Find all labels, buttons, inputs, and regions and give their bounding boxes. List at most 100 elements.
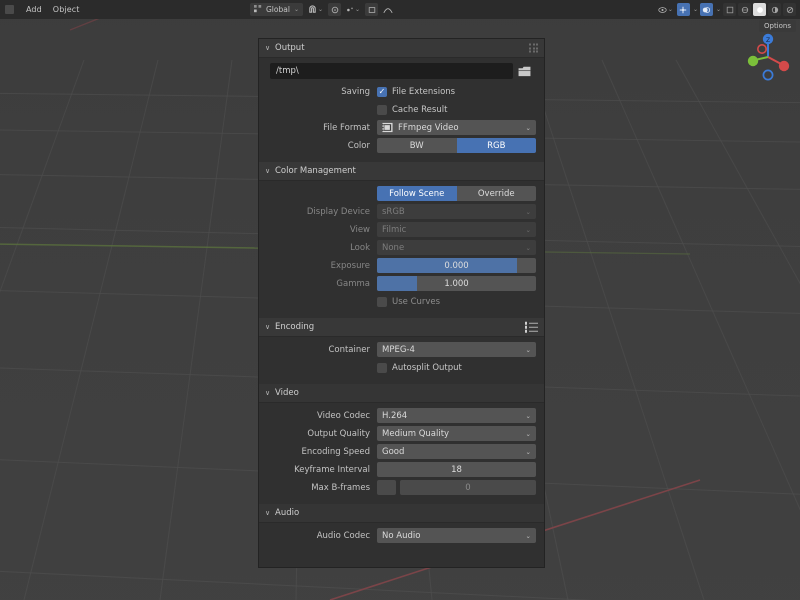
label-saving: Saving <box>267 87 377 97</box>
label-file-format: File Format <box>267 123 377 133</box>
gizmo-axis-neg-z[interactable] <box>763 70 772 79</box>
falloff-curve-icon <box>383 5 393 14</box>
shading-wireframe-button[interactable] <box>738 3 751 16</box>
cache-result-checkbox[interactable] <box>377 105 387 115</box>
chevron-down-icon: ⌄ <box>526 208 531 216</box>
row-saving: Saving ✓ File Extensions <box>267 84 536 99</box>
shading-material-button[interactable] <box>768 3 781 16</box>
output-properties-panel[interactable]: ∨ Output /tmp\ Saving ✓ <box>258 38 545 568</box>
row-video-codec: Video Codec H.264 ⌄ <box>267 408 536 423</box>
use-curves-checkbox[interactable] <box>377 297 387 307</box>
xray-toggle-button[interactable] <box>723 3 736 16</box>
transform-orientation-dropdown[interactable]: Global ⌄ <box>250 3 303 16</box>
gamma-slider[interactable]: 1.000 <box>377 276 536 291</box>
section-header-encoding[interactable]: ∨ Encoding <box>259 318 544 337</box>
cm-toggle-override[interactable]: Override <box>457 186 537 201</box>
section-header-audio[interactable]: ∨ Audio <box>259 504 544 523</box>
section-header-output[interactable]: ∨ Output <box>259 39 544 58</box>
transform-orientation-value: Global <box>266 5 290 14</box>
section-header-video[interactable]: ∨ Video <box>259 384 544 403</box>
label-autosplit-output: Autosplit Output <box>392 363 462 373</box>
menu-object[interactable]: Object <box>53 5 80 14</box>
gizmo-axis-y[interactable] <box>748 56 758 66</box>
chevron-down-icon: ⌄ <box>294 6 299 13</box>
chevron-down-icon[interactable]: ⌄ <box>693 6 698 13</box>
exposure-slider[interactable]: 0.000 <box>377 258 536 273</box>
visibility-icon <box>658 6 667 14</box>
cm-mode-toggle-group[interactable]: Follow Scene Override <box>377 186 536 201</box>
checkbox-cache-result[interactable]: Cache Result <box>377 105 447 115</box>
autosplit-output-checkbox[interactable] <box>377 363 387 373</box>
menu-add[interactable]: Add <box>26 5 42 14</box>
row-look: Look None ⌄ <box>267 240 536 255</box>
shading-solid-button[interactable] <box>753 3 766 16</box>
label-output-quality: Output Quality <box>267 429 377 439</box>
visibility-button[interactable]: ⌄ <box>656 3 675 16</box>
cm-toggle-follow-scene[interactable]: Follow Scene <box>377 186 457 201</box>
viewport-options-tab[interactable]: Options <box>759 20 796 32</box>
magnet-icon <box>308 5 317 14</box>
color-toggle-rgb[interactable]: RGB <box>457 138 537 153</box>
row-max-bframes: Max B-frames 0 <box>267 480 536 495</box>
max-bframes-checkbox[interactable] <box>377 480 396 495</box>
section-title-color-management: Color Management <box>275 166 356 176</box>
falloff-curve-button[interactable] <box>381 3 395 16</box>
encoding-speed-dropdown[interactable]: Good ⌄ <box>377 444 536 459</box>
checkbox-autosplit-output[interactable]: Autosplit Output <box>377 363 462 373</box>
view-transform-dropdown[interactable]: Filmic ⌄ <box>377 222 536 237</box>
file-extensions-checkbox[interactable]: ✓ <box>377 87 387 97</box>
viewport-header-toolbar[interactable]: Add Object Global ⌄ ⌄ <box>0 0 800 19</box>
section-title-video: Video <box>275 388 299 398</box>
editor-type-icon[interactable] <box>5 5 14 14</box>
label-gamma: Gamma <box>267 279 377 289</box>
pivot-point-button[interactable]: ⌄ <box>344 3 362 16</box>
checkbox-file-extensions[interactable]: ✓ File Extensions <box>377 87 455 97</box>
film-strip-icon <box>382 122 393 133</box>
encoding-speed-value: Good <box>382 447 404 457</box>
look-dropdown[interactable]: None ⌄ <box>377 240 536 255</box>
section-title-audio: Audio <box>275 508 299 518</box>
audio-codec-value: No Audio <box>382 531 420 541</box>
snap-magnet-button[interactable]: ⌄ <box>306 3 325 16</box>
keyframe-interval-input[interactable]: 18 <box>377 462 536 477</box>
viewport-display-controls: ⌄ ⌄ ⌄ <box>656 0 796 19</box>
row-encoding-speed: Encoding Speed Good ⌄ <box>267 444 536 459</box>
browse-folder-button[interactable] <box>516 63 533 79</box>
overlays-toggle-button[interactable] <box>700 3 713 16</box>
file-format-dropdown[interactable]: FFmpeg Video ⌄ <box>377 120 536 135</box>
mirror-button[interactable] <box>365 3 378 16</box>
panel-drag-grip[interactable] <box>529 44 538 53</box>
preset-list-icon[interactable] <box>525 322 539 333</box>
label-audio-codec: Audio Codec <box>267 531 377 541</box>
row-file-format: File Format FFmpeg Video ⌄ <box>267 120 536 135</box>
display-device-value: sRGB <box>382 207 405 217</box>
gizmo-axis-x[interactable] <box>779 61 789 71</box>
audio-body: Audio Codec No Audio ⌄ <box>259 523 544 552</box>
row-use-curves: Use Curves <box>267 294 536 309</box>
row-output-quality: Output Quality Medium Quality ⌄ <box>267 426 536 441</box>
label-file-extensions: File Extensions <box>392 87 455 97</box>
chevron-down-icon: ∨ <box>265 323 270 331</box>
chevron-down-icon: ∨ <box>265 389 270 397</box>
color-toggle-bw[interactable]: BW <box>377 138 457 153</box>
chevron-down-icon: ⌄ <box>526 448 531 456</box>
container-dropdown[interactable]: MPEG-4 ⌄ <box>377 342 536 357</box>
navigation-axis-gizmo[interactable]: Z <box>742 28 794 86</box>
output-path-input[interactable]: /tmp\ <box>270 63 513 79</box>
display-device-dropdown[interactable]: sRGB ⌄ <box>377 204 536 219</box>
proportional-edit-button[interactable] <box>328 3 341 16</box>
video-codec-dropdown[interactable]: H.264 ⌄ <box>377 408 536 423</box>
gizmo-toggle-button[interactable] <box>677 3 690 16</box>
chevron-down-icon[interactable]: ⌄ <box>716 6 721 13</box>
section-header-color-management[interactable]: ∨ Color Management <box>259 162 544 181</box>
shading-rendered-button[interactable] <box>783 3 796 16</box>
output-quality-dropdown[interactable]: Medium Quality ⌄ <box>377 426 536 441</box>
chevron-down-icon: ⌄ <box>668 6 673 13</box>
row-color: Color BW RGB <box>267 138 536 153</box>
audio-codec-dropdown[interactable]: No Audio ⌄ <box>377 528 536 543</box>
gizmo-axis-neg-x[interactable] <box>758 45 766 53</box>
checkbox-use-curves[interactable]: Use Curves <box>377 297 440 307</box>
color-mode-toggle-group[interactable]: BW RGB <box>377 138 536 153</box>
max-bframes-input[interactable]: 0 <box>400 480 536 495</box>
chevron-down-icon: ⌄ <box>318 6 323 13</box>
